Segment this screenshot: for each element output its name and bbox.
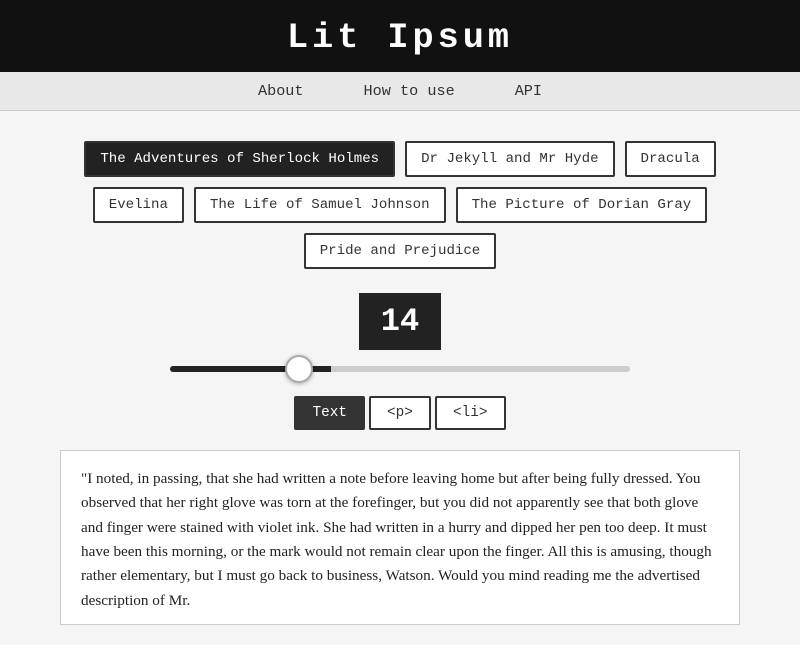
book-btn-pride[interactable]: Pride and Prejudice: [304, 233, 497, 269]
book-btn-jekyll[interactable]: Dr Jekyll and Mr Hyde: [405, 141, 614, 177]
app-title: Lit Ipsum: [0, 18, 800, 58]
count-slider[interactable]: [170, 366, 630, 372]
format-btn-text[interactable]: Text: [294, 396, 365, 430]
book-btn-dracula[interactable]: Dracula: [625, 141, 716, 177]
format-selector: Text<p><li>: [60, 396, 740, 430]
paragraph-count: 14: [359, 293, 441, 350]
book-btn-evelina[interactable]: Evelina: [93, 187, 184, 223]
book-btn-dorian[interactable]: The Picture of Dorian Gray: [456, 187, 708, 223]
main-content: The Adventures of Sherlock Holmes Dr Jeky…: [0, 111, 800, 645]
book-selector: The Adventures of Sherlock Holmes Dr Jeky…: [60, 141, 740, 269]
text-output: "I noted, in passing, that she had writt…: [60, 450, 740, 625]
book-btn-sherlock[interactable]: The Adventures of Sherlock Holmes: [84, 141, 395, 177]
nav-link-api[interactable]: API: [515, 82, 542, 100]
main-nav: About How to use API: [0, 72, 800, 111]
app-header: Lit Ipsum: [0, 0, 800, 72]
format-btn-li[interactable]: <li>: [435, 396, 506, 430]
nav-link-how-to-use[interactable]: How to use: [364, 82, 455, 100]
number-display-container: 14: [60, 293, 740, 350]
generated-text: "I noted, in passing, that she had writt…: [81, 467, 719, 613]
nav-link-about[interactable]: About: [258, 82, 304, 100]
book-btn-samuel[interactable]: The Life of Samuel Johnson: [194, 187, 446, 223]
format-btn-p[interactable]: <p>: [369, 396, 431, 430]
slider-container: [60, 366, 740, 372]
